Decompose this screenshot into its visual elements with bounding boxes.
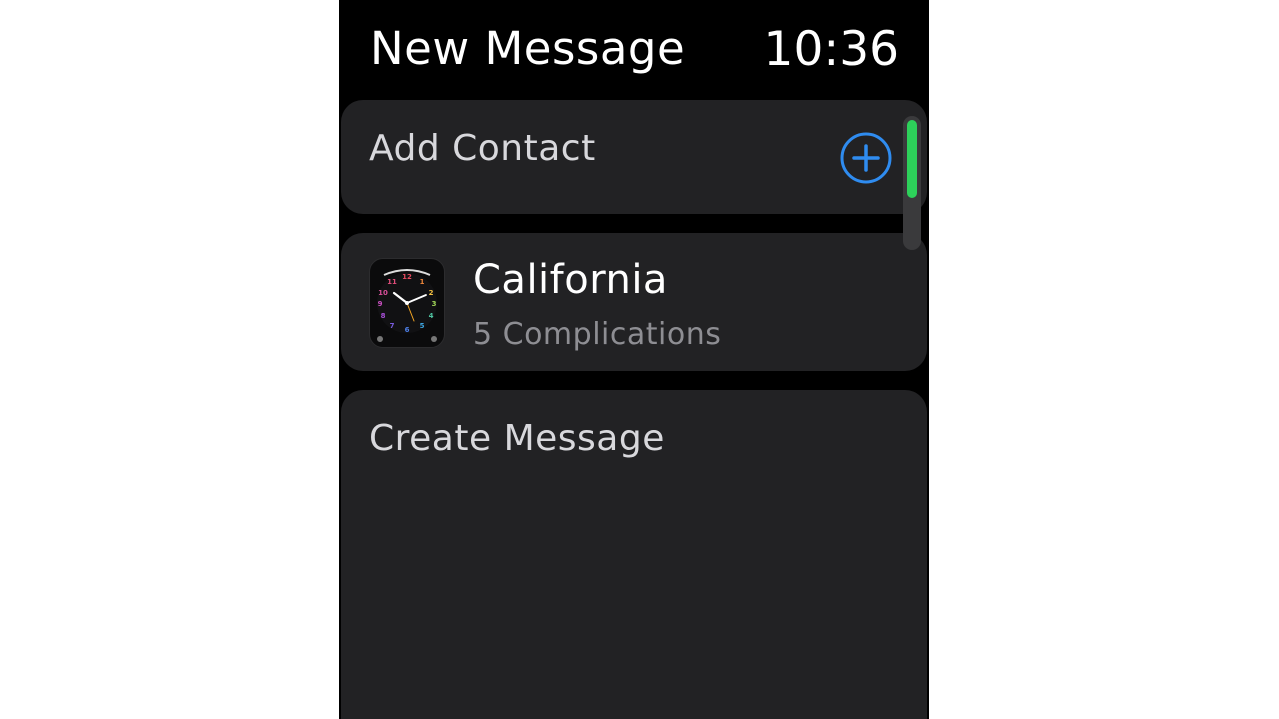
watch-face-attachment[interactable]: 12 1 2 3 4 5 6 7 8 9 10 11 California 5 …	[341, 233, 927, 371]
create-message-field[interactable]: Create Message	[341, 390, 927, 719]
california-watch-face-icon: 12 1 2 3 4 5 6 7 8 9 10 11	[369, 258, 445, 348]
svg-text:12: 12	[402, 273, 412, 281]
svg-text:11: 11	[387, 278, 397, 286]
clock: 10:36	[763, 22, 899, 77]
svg-text:7: 7	[390, 322, 395, 330]
header: New Message 10:36	[339, 0, 929, 100]
create-message-label: Create Message	[369, 418, 665, 459]
plus-circle-icon[interactable]	[840, 132, 892, 184]
svg-text:6: 6	[405, 326, 410, 334]
scrollbar[interactable]	[903, 116, 921, 250]
watch-screen: New Message 10:36 Add Contact 12 1 2 3 4…	[339, 0, 929, 719]
svg-text:1: 1	[420, 278, 425, 286]
add-contact-button[interactable]: Add Contact	[341, 100, 927, 214]
add-contact-label: Add Contact	[369, 128, 596, 169]
svg-text:3: 3	[432, 300, 437, 308]
svg-text:8: 8	[381, 312, 386, 320]
svg-text:10: 10	[378, 289, 388, 297]
svg-text:4: 4	[429, 312, 434, 320]
svg-text:2: 2	[429, 289, 434, 297]
svg-text:5: 5	[420, 322, 425, 330]
scrollbar-thumb[interactable]	[907, 120, 917, 198]
watch-face-name: California	[473, 257, 668, 303]
page-title: New Message	[370, 22, 686, 75]
svg-text:9: 9	[378, 300, 383, 308]
watch-face-subtitle: 5 Complications	[473, 317, 722, 352]
